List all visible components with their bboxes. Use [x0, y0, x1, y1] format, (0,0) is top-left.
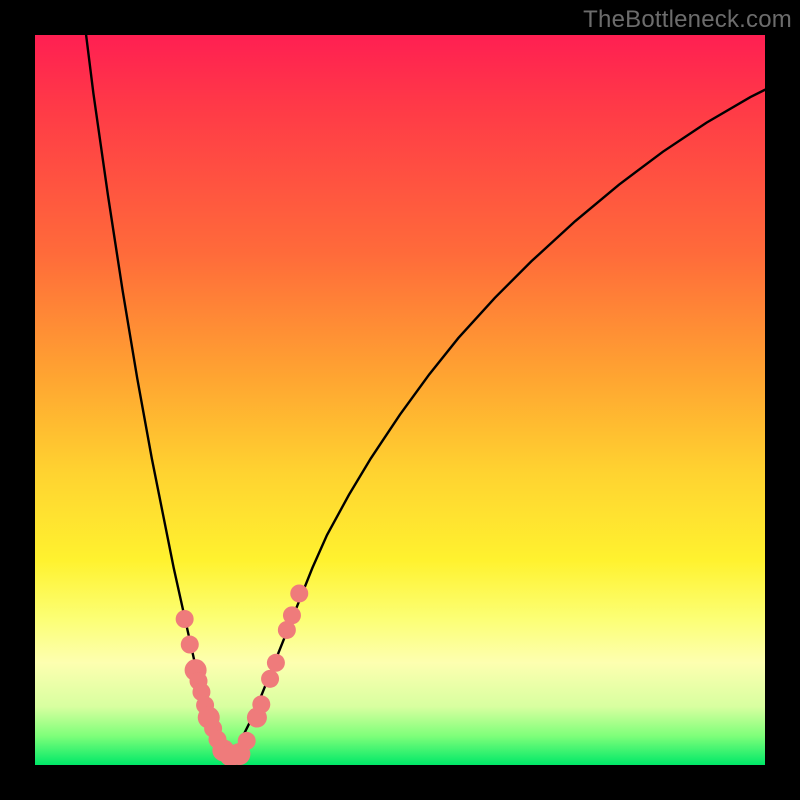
- dot: [267, 654, 285, 672]
- chart-svg: [35, 35, 765, 765]
- dot: [283, 606, 301, 624]
- highlight-dots: [176, 584, 309, 765]
- watermark-text: TheBottleneck.com: [583, 6, 792, 34]
- dot: [176, 610, 194, 628]
- curve-left-branch: [86, 35, 225, 758]
- outer-frame: TheBottleneck.com: [0, 0, 800, 800]
- dot: [181, 636, 199, 654]
- dot: [252, 695, 270, 713]
- dot: [261, 670, 279, 688]
- dot: [290, 584, 308, 602]
- dot: [238, 732, 256, 750]
- plot-area: [35, 35, 765, 765]
- curve-right-branch: [232, 90, 765, 758]
